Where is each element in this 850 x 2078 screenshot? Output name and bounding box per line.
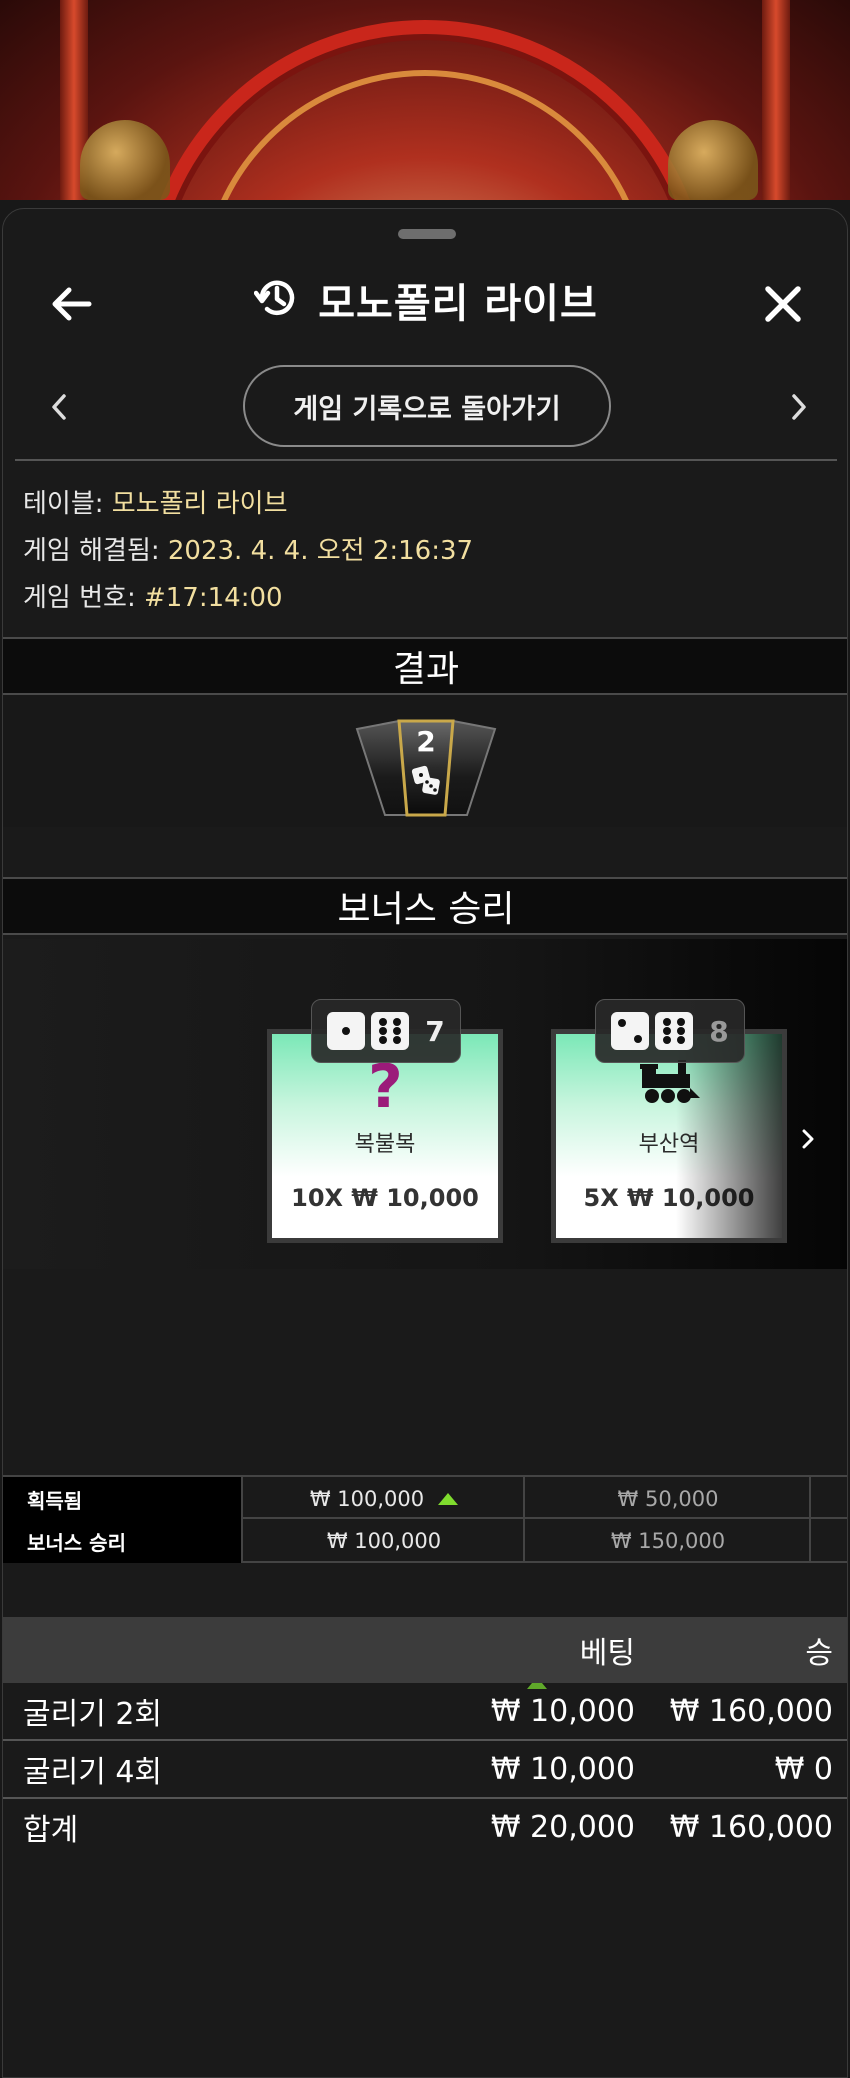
cell-value: ₩ 100,000	[309, 1487, 425, 1511]
total-label: 합계	[23, 1813, 79, 1848]
result-area: 2	[3, 695, 847, 827]
table-header: 베팅 승	[3, 1617, 847, 1683]
dice-icon	[411, 765, 441, 801]
segment-number: 2	[416, 725, 436, 758]
info-resolved-row: 게임 해결됨: 2023. 4. 4. 오전 2:16:37	[23, 528, 473, 575]
header-bar: 모노폴리 라이브	[3, 257, 847, 347]
history-navigation: 게임 기록으로 돌아가기	[3, 365, 847, 449]
game-info: 테이블: 모노폴리 라이브 게임 해결됨: 2023. 4. 4. 오전 2:1…	[23, 481, 473, 622]
history-icon	[253, 275, 300, 325]
drag-handle[interactable]	[398, 229, 456, 239]
die-one-icon	[327, 1012, 366, 1050]
total-win: ₩ 160,000	[669, 1809, 833, 1845]
table-row: 굴리기 4회 ₩ 10,000 ₩ 0	[3, 1741, 847, 1799]
tile-value: 10X ₩ 10,000	[291, 1184, 479, 1212]
chevron-right-icon[interactable]	[793, 1119, 823, 1159]
bet-amount: ₩ 10,000	[490, 1751, 635, 1787]
die-two-icon	[611, 1012, 650, 1050]
bets-table: 베팅 승 굴리기 2회 ₩ 10,000 ₩ 160,000 굴리기 4회 ₩ …	[3, 1617, 847, 1857]
dice-roll-chip: 8	[595, 999, 745, 1063]
info-value: 2023. 4. 4. 오전 2:16:37	[167, 536, 474, 566]
row-label: 보너스 승리	[3, 1519, 243, 1563]
total-row: 합계 ₩ 20,000 ₩ 160,000	[3, 1799, 847, 1857]
cell-value: ₩ 150,000	[610, 1529, 726, 1553]
row-label: 획득됨	[3, 1477, 243, 1521]
result-heading: 결과	[3, 637, 847, 695]
tile-face: ? 복불복 10X ₩ 10,000	[272, 1034, 498, 1238]
info-table-row: 테이블: 모노폴리 라이브	[23, 481, 473, 528]
info-label: 게임 번호:	[23, 583, 136, 613]
up-arrow-icon	[438, 1493, 459, 1505]
game-history-detail-sheet: 모노폴리 라이브 게임 기록으로 돌아가기 테이블: 모노폴리 라이브 게임 해…	[2, 208, 848, 2078]
win-amount: ₩ 160,000	[669, 1693, 833, 1729]
die-six-icon	[371, 1012, 410, 1050]
table-row: 굴리기 2회 ₩ 10,000 ₩ 160,000	[3, 1683, 847, 1741]
column-header-win: 승	[805, 1636, 833, 1671]
bonus-summary-table: 획득됨 ₩ 100,000 ₩ 50,000 보너스 승리 ₩ 100,000 …	[3, 1475, 847, 1689]
bonus-tiles-area: ? 복불복 10X ₩ 10,000 7 부산역 5X ₩ 10,000 8	[3, 939, 847, 1269]
back-to-history-button[interactable]: 게임 기록으로 돌아가기	[243, 365, 611, 447]
win-amount: ₩ 0	[774, 1751, 833, 1787]
wheel-segment-badge: 2	[355, 717, 497, 819]
bet-amount: ₩ 10,000	[490, 1693, 635, 1729]
die-six-icon	[655, 1012, 694, 1050]
close-icon[interactable]	[753, 274, 813, 334]
summary-cell: ₩ 50,000	[527, 1477, 811, 1689]
cell-value: ₩ 50,000	[617, 1487, 719, 1511]
info-value: 모노폴리 라이브	[111, 489, 288, 519]
title-group: 모노폴리 라이브	[3, 271, 847, 329]
bet-name: 굴리기 2회	[23, 1697, 163, 1732]
page-title: 모노폴리 라이브	[318, 281, 598, 327]
chevron-left-icon[interactable]	[39, 387, 79, 427]
bonus-win-heading: 보너스 승리	[3, 877, 847, 935]
table-row: 보너스 승리 ₩ 100,000 ₩ 150,000	[3, 1519, 847, 1563]
tile-name: 복불복	[354, 1132, 416, 1157]
tile-fade-overlay	[676, 1034, 782, 1238]
cell-value: ₩ 100,000	[326, 1529, 442, 1553]
dragon-statue	[668, 120, 758, 200]
info-label: 게임 해결됨:	[23, 536, 160, 566]
dice-sum: 8	[709, 1014, 729, 1048]
bet-name: 굴리기 4회	[23, 1755, 163, 1790]
chevron-right-icon[interactable]	[779, 387, 819, 427]
column-header-bet: 베팅	[579, 1636, 635, 1671]
dice-roll-chip: 7	[311, 999, 461, 1063]
info-game-no-row: 게임 번호: #17:14:00	[23, 575, 473, 622]
info-label: 테이블:	[23, 489, 104, 519]
info-value: #17:14:00	[143, 583, 283, 613]
summary-cell: ₩ 100,000	[245, 1477, 525, 1521]
divider	[15, 459, 837, 461]
total-bet: ₩ 20,000	[490, 1809, 635, 1845]
tile-face: 부산역 5X ₩ 10,000	[556, 1034, 782, 1238]
dragon-statue	[80, 120, 170, 200]
table-row: 획득됨 ₩ 100,000 ₩ 50,000	[3, 1475, 847, 1689]
dice-sum: 7	[425, 1014, 445, 1048]
summary-cell: ₩ 150,000	[527, 1519, 811, 1563]
summary-cell: ₩ 100,000	[245, 1519, 525, 1563]
